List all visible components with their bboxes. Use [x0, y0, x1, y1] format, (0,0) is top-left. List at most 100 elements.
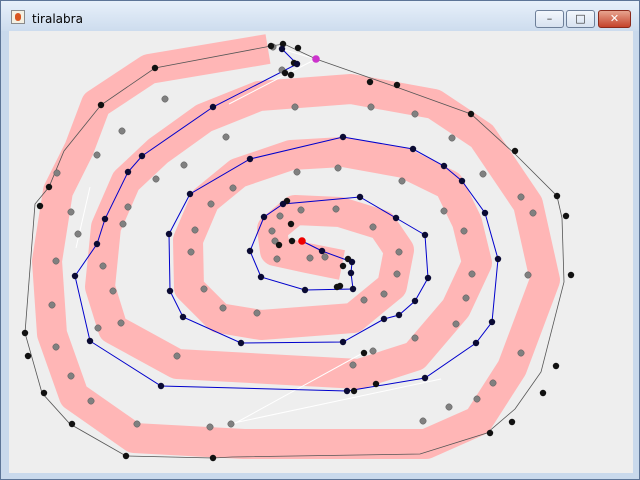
inner-vertex — [119, 220, 127, 228]
maximize-icon: □ — [575, 12, 586, 25]
route-vertex — [179, 313, 187, 321]
inner-vertex — [52, 343, 60, 351]
outer-vertex — [287, 220, 295, 228]
outer-vertex — [562, 212, 570, 220]
inner-vertex — [133, 420, 141, 428]
inner-vertex — [99, 262, 107, 270]
outer-vertex — [333, 283, 341, 291]
minimize-icon: – — [546, 12, 553, 25]
outer-vertex — [281, 69, 289, 77]
minimize-button[interactable]: – — [535, 10, 564, 28]
title-bar[interactable]: tiralabra – □ ✕ — [1, 1, 639, 31]
outer-vertex — [339, 262, 347, 270]
route-vertex — [356, 193, 364, 201]
inner-vertex — [524, 271, 532, 279]
route-vertex — [411, 297, 419, 305]
outer-vertex — [508, 418, 516, 426]
inner-vertex — [268, 227, 276, 235]
outer-vertex — [122, 452, 130, 460]
inner-vertex — [367, 103, 375, 111]
inner-vertex — [395, 248, 403, 256]
route-vertex — [380, 315, 388, 323]
visibility-line — [75, 186, 91, 249]
route-vertex — [339, 133, 347, 141]
inner-vertex — [293, 168, 301, 176]
route-vertex — [421, 231, 429, 239]
route-vertex — [124, 168, 132, 176]
outer-vertex — [275, 241, 283, 249]
inner-vertex — [276, 212, 284, 220]
outer-vertex — [287, 71, 295, 79]
close-button[interactable]: ✕ — [598, 10, 631, 28]
inner-vertex — [473, 395, 481, 403]
outer-vertex — [45, 183, 53, 191]
outer-vertex — [21, 329, 29, 337]
inner-vertex — [369, 223, 377, 231]
inner-vertex — [109, 287, 117, 295]
inner-vertex — [93, 151, 101, 159]
inner-vertex — [53, 169, 61, 177]
inner-vertex — [419, 417, 427, 425]
outer-vertex — [288, 237, 296, 245]
window-title: tiralabra — [32, 12, 83, 26]
outer-vertex — [366, 78, 374, 86]
visibility-line — [270, 45, 317, 60]
inner-vertex — [52, 257, 60, 265]
route-vertex — [293, 60, 301, 68]
inner-vertex — [227, 420, 235, 428]
route-vertex — [409, 145, 417, 153]
route-vertex — [349, 285, 357, 293]
inner-vertex — [360, 296, 368, 304]
outer-vertex — [40, 389, 48, 397]
inner-vertex — [452, 320, 460, 328]
outer-vertex — [24, 352, 32, 360]
inner-vertex — [411, 110, 419, 118]
inner-vertex — [411, 334, 419, 342]
inner-vertex — [187, 248, 195, 256]
inner-vertex — [206, 423, 214, 431]
outer-vertex — [511, 147, 519, 155]
inner-vertex — [229, 184, 237, 192]
outer-vertex — [350, 387, 358, 395]
outer-vertex — [486, 429, 494, 437]
java-cup-icon[interactable] — [11, 10, 25, 24]
route-vertex — [347, 269, 355, 277]
inner-vertex — [297, 206, 305, 214]
maze-drawing[interactable] — [9, 31, 633, 473]
inner-vertex — [462, 294, 470, 302]
route-vertex — [343, 387, 351, 395]
outer-vertex — [467, 110, 475, 118]
inner-vertex — [349, 361, 357, 369]
route-vertex — [421, 374, 429, 382]
inner-vertex — [517, 349, 525, 357]
route-vertex — [440, 162, 448, 170]
route-vertex — [395, 311, 403, 319]
inner-vertex — [207, 200, 215, 208]
inner-vertex — [517, 193, 525, 201]
outer-vertex — [294, 44, 302, 52]
inner-vertex — [124, 203, 132, 211]
inner-vertex — [440, 207, 448, 215]
inner-vertex — [118, 127, 126, 135]
route-vertex — [472, 339, 480, 347]
inner-vertex — [67, 208, 75, 216]
inner-vertex — [173, 352, 181, 360]
route-vertex — [246, 155, 254, 163]
inner-vertex — [445, 403, 453, 411]
outer-vertex — [552, 362, 560, 370]
drawing-canvas[interactable] — [9, 31, 633, 473]
route-vertex — [237, 339, 245, 347]
inner-vertex — [180, 161, 188, 169]
route-vertex — [318, 247, 326, 255]
maximize-button[interactable]: □ — [566, 10, 595, 28]
inner-vertex — [273, 255, 281, 263]
route-vertex — [348, 258, 356, 266]
route-vertex — [71, 272, 79, 280]
route-vertex — [157, 382, 165, 390]
route-vertex — [301, 286, 309, 294]
inner-vertex — [380, 290, 388, 298]
inner-vertex — [393, 270, 401, 278]
inner-vertex — [529, 209, 537, 217]
route-vertex — [138, 152, 146, 160]
start-point — [298, 237, 306, 245]
